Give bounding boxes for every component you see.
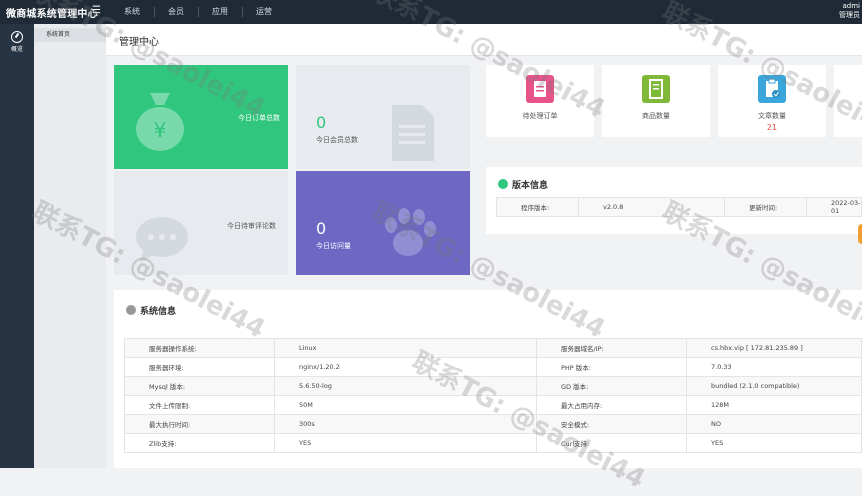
tile-label: 今日访问量	[316, 242, 351, 250]
info-value: Linux	[274, 338, 537, 358]
info-value: nginx/1.20.2	[274, 357, 537, 377]
topnav-members[interactable]: 会员	[154, 0, 198, 24]
tile-label: 今日订单总数	[238, 114, 280, 122]
top-nav: 系统 会员 应用 运营	[110, 0, 286, 24]
tile-today-orders[interactable]: ¥ 今日订单总数	[114, 65, 288, 169]
info-label: 最大占用内存:	[536, 395, 687, 415]
clock-icon	[126, 305, 136, 315]
info-value: cs.hbx.vip [ 172.81.235.89 ]	[686, 338, 862, 358]
info-value: 5.6.50-log	[274, 376, 537, 396]
user-name: admi	[842, 2, 861, 10]
stat-pending-orders[interactable]: 待处理订单	[486, 65, 594, 137]
tile-label: 今日会员总数	[316, 136, 358, 144]
info-label: GD 版本:	[536, 376, 687, 396]
version-panel: 版本信息 程序版本: v2.0.8 更新时间: 2022-03-01	[486, 167, 862, 234]
tile-value: 0	[316, 219, 327, 238]
system-panel: 系统信息 服务器操作系统: Linux 服务器域名/IP: cs.hbx.vip [ …	[114, 290, 862, 468]
info-label: 服务器域名/IP:	[536, 338, 687, 358]
main-content: 管理中心 ¥ 今日订单总数 0 今日会员总数 今日待审评论数 0 今日访问量 待…	[106, 24, 862, 468]
tile-today-members[interactable]: 0 今日会员总数	[296, 65, 470, 169]
stat-label: 商品数量	[642, 112, 670, 120]
update-time-label: 更新时间:	[724, 197, 807, 217]
info-value: YES	[274, 433, 537, 453]
info-label: 文件上传限制:	[124, 395, 275, 415]
info-value: bundled (2.1.0 compatible)	[686, 376, 862, 396]
document-icon	[392, 105, 434, 161]
info-icon	[498, 179, 508, 189]
tile-label: 今日待审评论数	[227, 222, 276, 230]
info-label: PHP 版本:	[536, 357, 687, 377]
topnav-system[interactable]: 系统	[110, 0, 154, 24]
user-menu[interactable]: admi 管理员	[839, 2, 860, 20]
info-label: 安全模式:	[536, 414, 687, 434]
info-value: 128M	[686, 395, 862, 415]
notebook-icon	[642, 75, 670, 103]
version-table: 程序版本: v2.0.8 更新时间: 2022-03-01	[496, 197, 862, 217]
sidebar-item-overview[interactable]: 概览	[0, 28, 34, 58]
page-title: 管理中心	[119, 37, 159, 48]
topnav-operations[interactable]: 运营	[242, 0, 286, 24]
page-header: 管理中心	[106, 24, 862, 56]
tile-pending-comments[interactable]: 今日待审评论数	[114, 171, 288, 275]
info-label: 服务器操作系统:	[124, 338, 275, 358]
table-row: Zlib支持: YES Curl支持: YES	[124, 433, 862, 453]
sub-nav: 系统首页	[34, 24, 106, 468]
top-bar: 微商城系统管理中心 ☰ 系统 会员 应用 运营 admi 管理员	[0, 0, 862, 24]
stat-products[interactable]: 商品数量	[602, 65, 710, 137]
info-value: 7.0.33	[686, 357, 862, 377]
menu-toggle-icon[interactable]: ☰	[92, 5, 101, 16]
info-value: YES	[686, 433, 862, 453]
table-row: 服务器环境: nginx/1.20.2 PHP 版本: 7.0.33	[124, 357, 862, 377]
chat-bubble-icon	[136, 217, 188, 263]
scroll-indicator	[858, 224, 862, 244]
sidebar-item-label: 概览	[10, 46, 23, 53]
topnav-apps[interactable]: 应用	[198, 0, 242, 24]
stat-card-partial[interactable]	[834, 65, 862, 137]
stat-value: 21	[766, 123, 778, 132]
info-value: 50M	[274, 395, 537, 415]
version-title: 版本信息	[512, 181, 549, 191]
info-label: Curl支持:	[536, 433, 687, 453]
system-table: 服务器操作系统: Linux 服务器域名/IP: cs.hbx.vip [ 172.8…	[124, 338, 862, 453]
stat-label: 文章数量	[758, 112, 786, 120]
document-icon	[526, 75, 554, 103]
table-row: 文件上传限制: 50M 最大占用内存: 128M	[124, 395, 862, 415]
clipboard-check-icon	[758, 75, 786, 103]
app-brand[interactable]: 微商城系统管理中心	[6, 5, 98, 20]
info-label: 最大执行时间:	[124, 414, 275, 434]
info-label: Zlib支持:	[124, 433, 275, 453]
tile-value: 0	[316, 113, 327, 132]
tile-today-visits[interactable]: 0 今日访问量	[296, 171, 470, 275]
program-version-label: 程序版本:	[496, 197, 579, 217]
svg-text:¥: ¥	[154, 118, 167, 142]
info-value: NO	[686, 414, 862, 434]
info-label: 服务器环境:	[124, 357, 275, 377]
subnav-item-home[interactable]: 系统首页	[34, 28, 106, 42]
table-row: Mysql 版本: 5.6.50-log GD 版本: bundled (2.1.0 …	[124, 376, 862, 396]
update-time-value: 2022-03-01	[806, 197, 862, 217]
table-row: 最大执行时间: 300s 安全模式: NO	[124, 414, 862, 434]
money-bag-icon: ¥	[136, 93, 184, 151]
program-version-value: v2.0.8	[578, 197, 725, 217]
stat-label: 待处理订单	[522, 112, 558, 120]
table-row: 服务器操作系统: Linux 服务器域名/IP: cs.hbx.vip [ 172.8…	[124, 338, 862, 358]
stat-articles[interactable]: 文章数量 21	[718, 65, 826, 137]
user-role: 管理员	[839, 11, 860, 19]
paw-icon	[385, 208, 436, 256]
system-title: 系统信息	[140, 307, 177, 317]
sidebar: 概览	[0, 24, 34, 468]
info-value: 300s	[274, 414, 537, 434]
dashboard-icon	[11, 31, 23, 43]
info-label: Mysql 版本:	[124, 376, 275, 396]
